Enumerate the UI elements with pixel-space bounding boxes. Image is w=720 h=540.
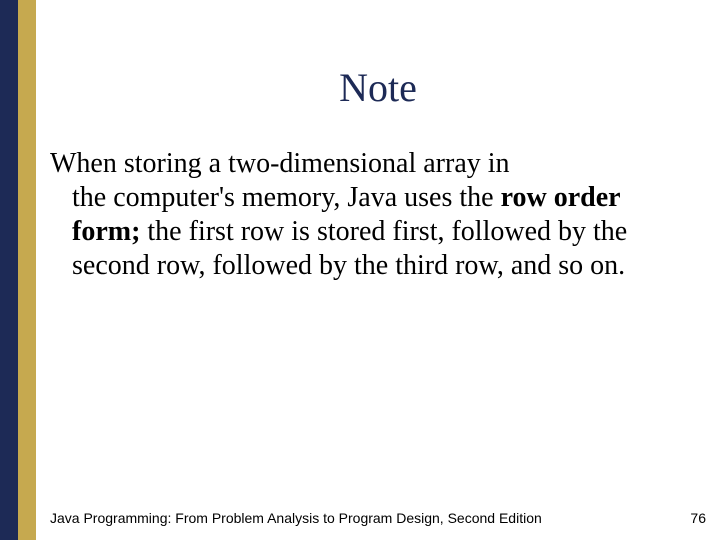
footer-page-number: 76 [690, 510, 706, 526]
slide-content: Note When storing a two-dimensional arra… [36, 0, 720, 540]
sidebar-stripe-gold [18, 0, 36, 540]
body-line-rest: the computer's memory, Java uses the row… [50, 181, 680, 283]
body-post-bold: the first row is stored first, followed … [72, 216, 627, 281]
footer-book-title: Java Programming: From Problem Analysis … [50, 510, 542, 526]
slide-footer: Java Programming: From Problem Analysis … [50, 510, 706, 526]
sidebar-stripe-navy [0, 0, 18, 540]
slide-body: When storing a two-dimensional array in … [36, 147, 720, 284]
body-line-first: When storing a two-dimensional array in [50, 147, 680, 181]
body-pre-bold: the computer's memory, Java uses the [72, 182, 501, 213]
slide-title: Note [36, 64, 720, 111]
sidebar-stripes [0, 0, 36, 540]
